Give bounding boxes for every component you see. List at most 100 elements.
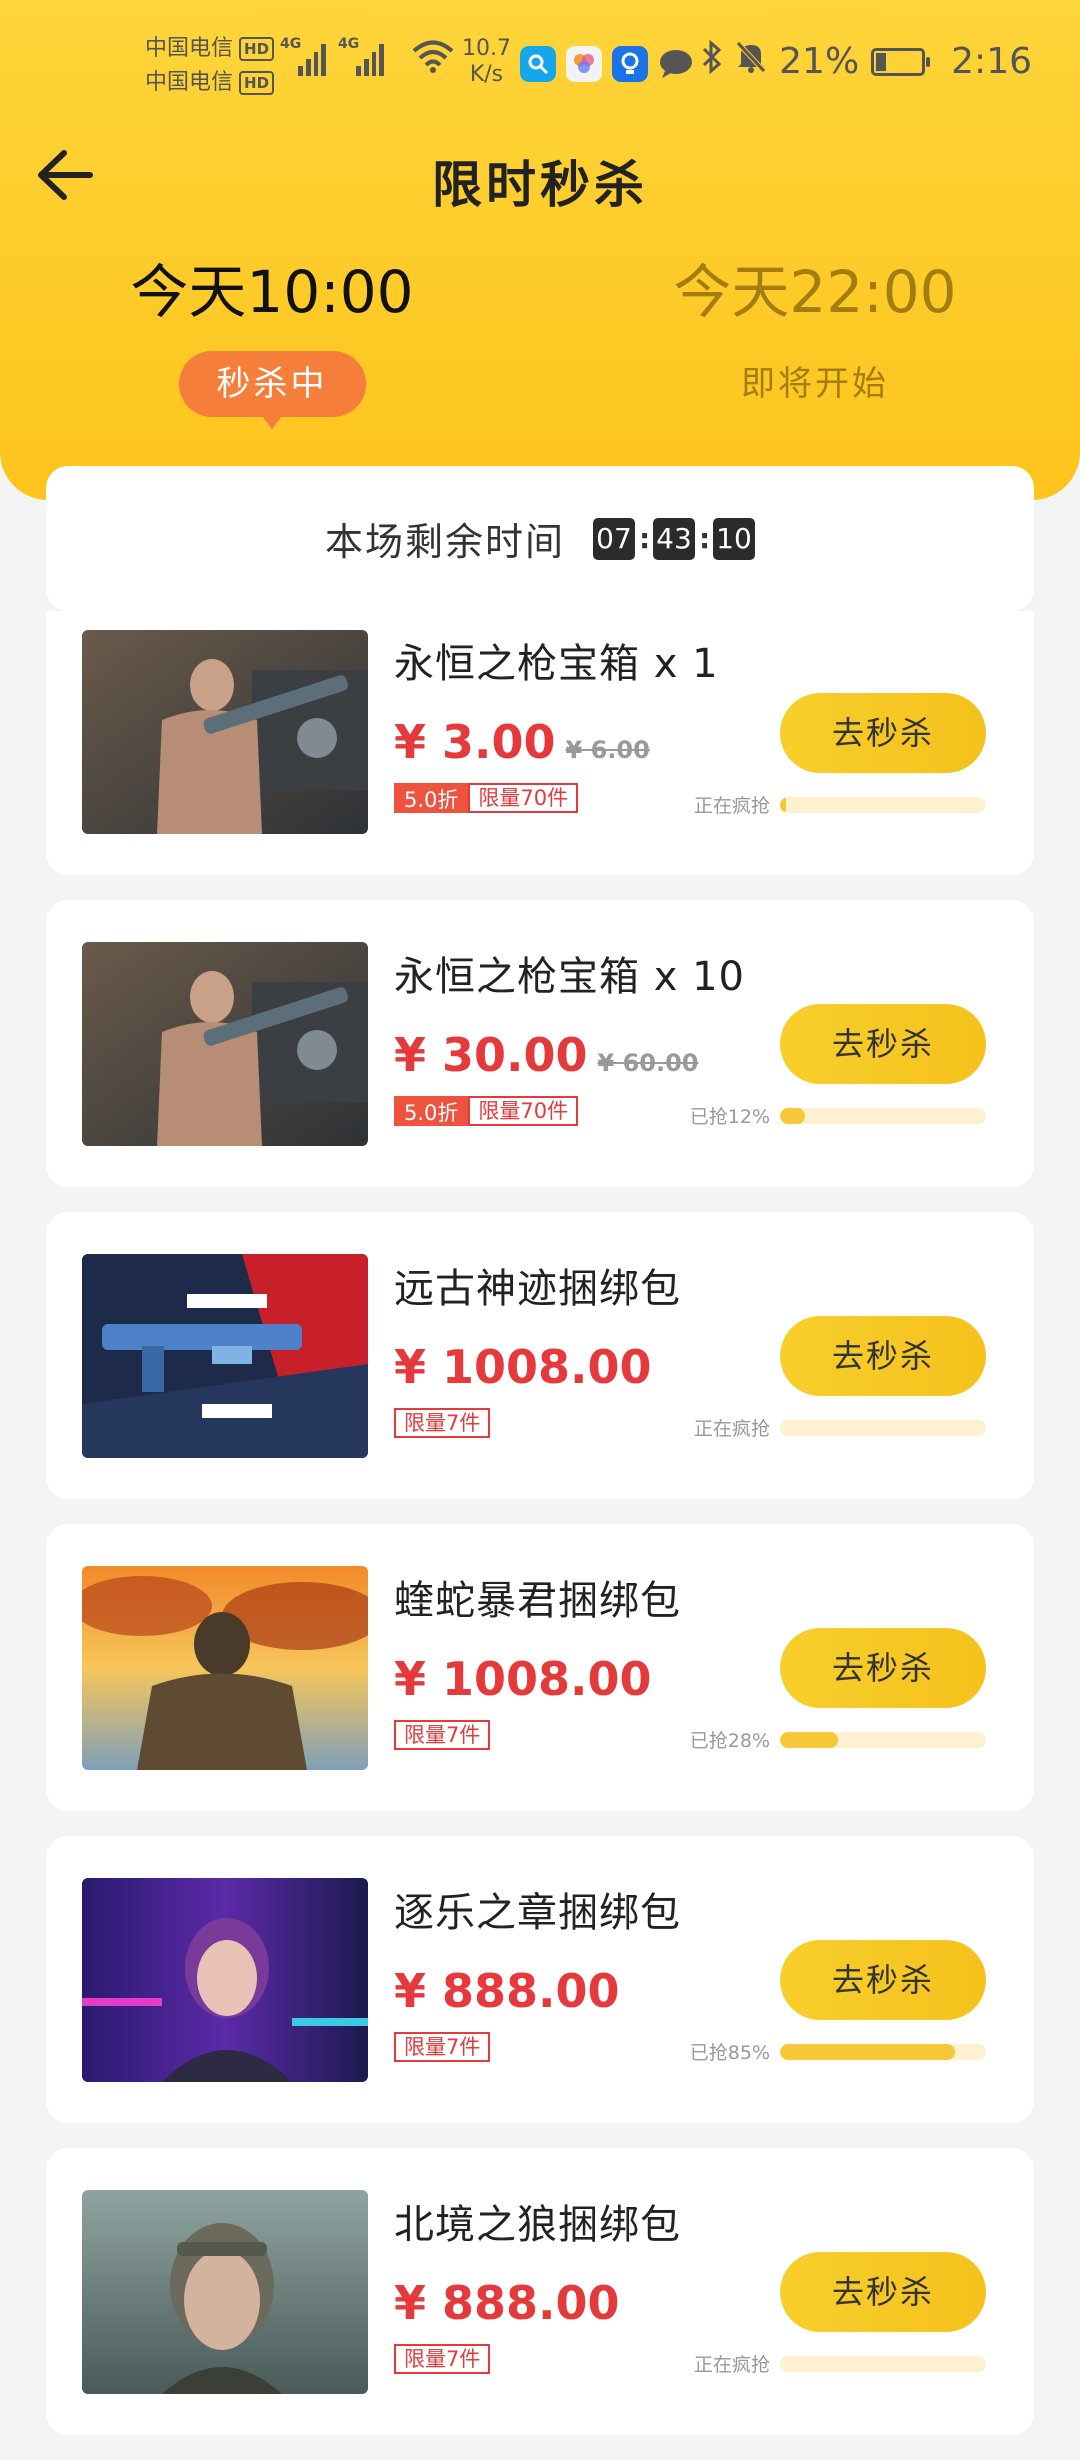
countdown-timer: 07 : 43 : 10 [593, 517, 755, 560]
limit-tag: 限量70件 [468, 783, 579, 813]
product-card[interactable]: 逐乐之章捆绑包 ¥ 888.00 限量7件 去秒杀 已抢85% [46, 1836, 1034, 2123]
network-type: 4G [338, 36, 360, 52]
signal-icons: 4G 4G [280, 36, 384, 76]
sale-progress: 已抢28% [690, 1726, 986, 1753]
progress-label: 已抢85% [689, 2042, 770, 2064]
flash-buy-button[interactable]: 去秒杀 [780, 1628, 986, 1708]
tips-app-icon [612, 46, 648, 82]
wifi-icon [412, 40, 454, 78]
clock: 2:16 [951, 41, 1032, 82]
progress-label: 已抢28% [689, 1730, 770, 1752]
bluetooth-icon [701, 39, 723, 83]
carrier-1: 中国电信 [145, 36, 234, 61]
session-time: 今天22:00 [673, 258, 957, 326]
timer-separator: : [699, 522, 711, 555]
page-title: 限时秒杀 [432, 156, 648, 214]
product-card[interactable]: 永恒之枪宝箱 x 1 ¥ 3.00 ¥ 6.00 5.0折 限量70件 去秒杀 … [46, 611, 1034, 875]
signal-strength-icon: 4G [280, 36, 326, 76]
product-price: ¥ 3.00 [394, 715, 556, 769]
net-speed-value: 10.7 [462, 36, 511, 61]
message-app-icon [658, 46, 694, 82]
flash-buy-button[interactable]: 去秒杀 [780, 2252, 986, 2332]
music-chapter-girl-image [82, 1878, 368, 2082]
limit-tag: 限量7件 [394, 2032, 491, 2062]
search-app-icon [520, 46, 556, 82]
progress-track [780, 1419, 986, 1436]
original-price: ¥ 6.00 [565, 736, 650, 764]
product-info: 远古神迹捆绑包 ¥ 1008.00 限量7件 [394, 1256, 814, 1438]
timer-separator: : [639, 522, 651, 555]
price-row: ¥ 30.00 ¥ 60.00 [394, 1028, 814, 1082]
product-card[interactable]: 永恒之枪宝箱 x 10 ¥ 30.00 ¥ 60.00 5.0折 限量70件 去… [46, 900, 1034, 1187]
session-status-text: 即将开始 [741, 364, 889, 404]
progress-label: 正在疯抢 [693, 2354, 770, 2376]
price-row: ¥ 3.00 ¥ 6.00 [394, 715, 814, 769]
net-speed-unit: K/s [469, 62, 504, 87]
carrier-2: 中国电信 [145, 70, 234, 95]
session-status-pill: 秒杀中 [178, 351, 366, 429]
product-price: ¥ 1008.00 [394, 1652, 652, 1706]
product-card[interactable]: 蝰蛇暴君捆绑包 ¥ 1008.00 限量7件 去秒杀 已抢28% [46, 1524, 1034, 1811]
countdown-seconds: 10 [713, 517, 755, 560]
soldier-with-gun-image [82, 942, 368, 1146]
product-info: 永恒之枪宝箱 x 10 ¥ 30.00 ¥ 60.00 5.0折 限量70件 [394, 944, 814, 1126]
product-price: ¥ 888.00 [394, 1964, 620, 2018]
photos-app-icon [566, 46, 602, 82]
progress-fill [780, 1731, 838, 1748]
progress-label: 正在疯抢 [693, 795, 770, 817]
progress-label: 已抢12% [689, 1106, 770, 1128]
mute-icon [735, 40, 767, 83]
price-row: ¥ 1008.00 [394, 1340, 814, 1394]
session-time: 今天10:00 [130, 258, 414, 326]
session-tab-upcoming[interactable]: 今天22:00 即将开始 [635, 245, 995, 417]
sale-progress: 正在疯抢 [694, 791, 986, 818]
price-row: ¥ 1008.00 [394, 1652, 814, 1706]
battery-icon [871, 47, 931, 76]
product-name: 蝰蛇暴君捆绑包 [394, 1578, 681, 1624]
product-price: ¥ 888.00 [394, 2276, 620, 2330]
sale-progress: 正在疯抢 [694, 1414, 986, 1441]
status-bar: 中国电信 HD 中国电信 HD 4G 4G 10.7 K/s 21% 2:16 [0, 0, 1080, 130]
product-list: 永恒之枪宝箱 x 1 ¥ 3.00 ¥ 6.00 5.0折 限量70件 去秒杀 … [46, 611, 1034, 2460]
product-card[interactable]: 远古神迹捆绑包 ¥ 1008.00 限量7件 去秒杀 正在疯抢 [46, 1212, 1034, 1499]
soldier-with-gun-image [82, 630, 368, 834]
flash-buy-button[interactable]: 去秒杀 [780, 693, 986, 773]
product-info: 蝰蛇暴君捆绑包 ¥ 1008.00 限量7件 [394, 1568, 814, 1750]
sale-progress: 已抢85% [690, 2038, 986, 2065]
product-info: 逐乐之章捆绑包 ¥ 888.00 限量7件 [394, 1880, 814, 2062]
flash-buy-button[interactable]: 去秒杀 [780, 1316, 986, 1396]
session-tab-active[interactable]: 今天10:00 秒杀中 [92, 245, 452, 429]
flash-buy-button[interactable]: 去秒杀 [780, 1004, 986, 1084]
product-name: 永恒之枪宝箱 x 1 [394, 641, 719, 687]
progress-track [780, 2355, 986, 2372]
limit-tag: 限量70件 [468, 1096, 579, 1126]
product-info: 永恒之枪宝箱 x 1 ¥ 3.00 ¥ 6.00 5.0折 限量70件 [394, 631, 814, 813]
viper-tyrant-soldier-image [82, 1566, 368, 1770]
signal-strength-icon: 4G [338, 36, 384, 76]
sale-progress: 已抢12% [690, 1102, 986, 1129]
countdown-hours: 07 [593, 517, 635, 560]
progress-track [780, 2043, 986, 2060]
product-name: 远古神迹捆绑包 [394, 1266, 681, 1312]
countdown-card: 本场剩余时间 07 : 43 : 10 [46, 466, 1034, 611]
hd-badge: HD [239, 71, 275, 95]
progress-fill [780, 796, 787, 813]
net-speed: 10.7 K/s [462, 36, 511, 88]
product-card[interactable]: 北境之狼捆绑包 ¥ 888.00 限量7件 去秒杀 正在疯抢 [46, 2148, 1034, 2435]
notification-icons [520, 46, 694, 82]
status-right: 21% 2:16 [701, 39, 1032, 83]
progress-track [780, 1731, 986, 1748]
progress-label: 正在疯抢 [693, 1418, 770, 1440]
limit-tag: 限量7件 [394, 1408, 491, 1438]
product-info: 北境之狼捆绑包 ¥ 888.00 限量7件 [394, 2192, 814, 2374]
flash-buy-button[interactable]: 去秒杀 [780, 1940, 986, 2020]
progress-fill [780, 2043, 956, 2060]
product-name: 永恒之枪宝箱 x 10 [394, 954, 745, 1000]
discount-tag: 5.0折 [394, 783, 469, 813]
product-name: 逐乐之章捆绑包 [394, 1890, 681, 1936]
ancient-relic-weapon-image [82, 1254, 368, 1458]
sale-progress: 正在疯抢 [694, 2350, 986, 2377]
progress-track [780, 1107, 986, 1124]
limit-tag: 限量7件 [394, 1720, 491, 1750]
carrier-info: 中国电信 HD 中国电信 HD [145, 32, 275, 100]
